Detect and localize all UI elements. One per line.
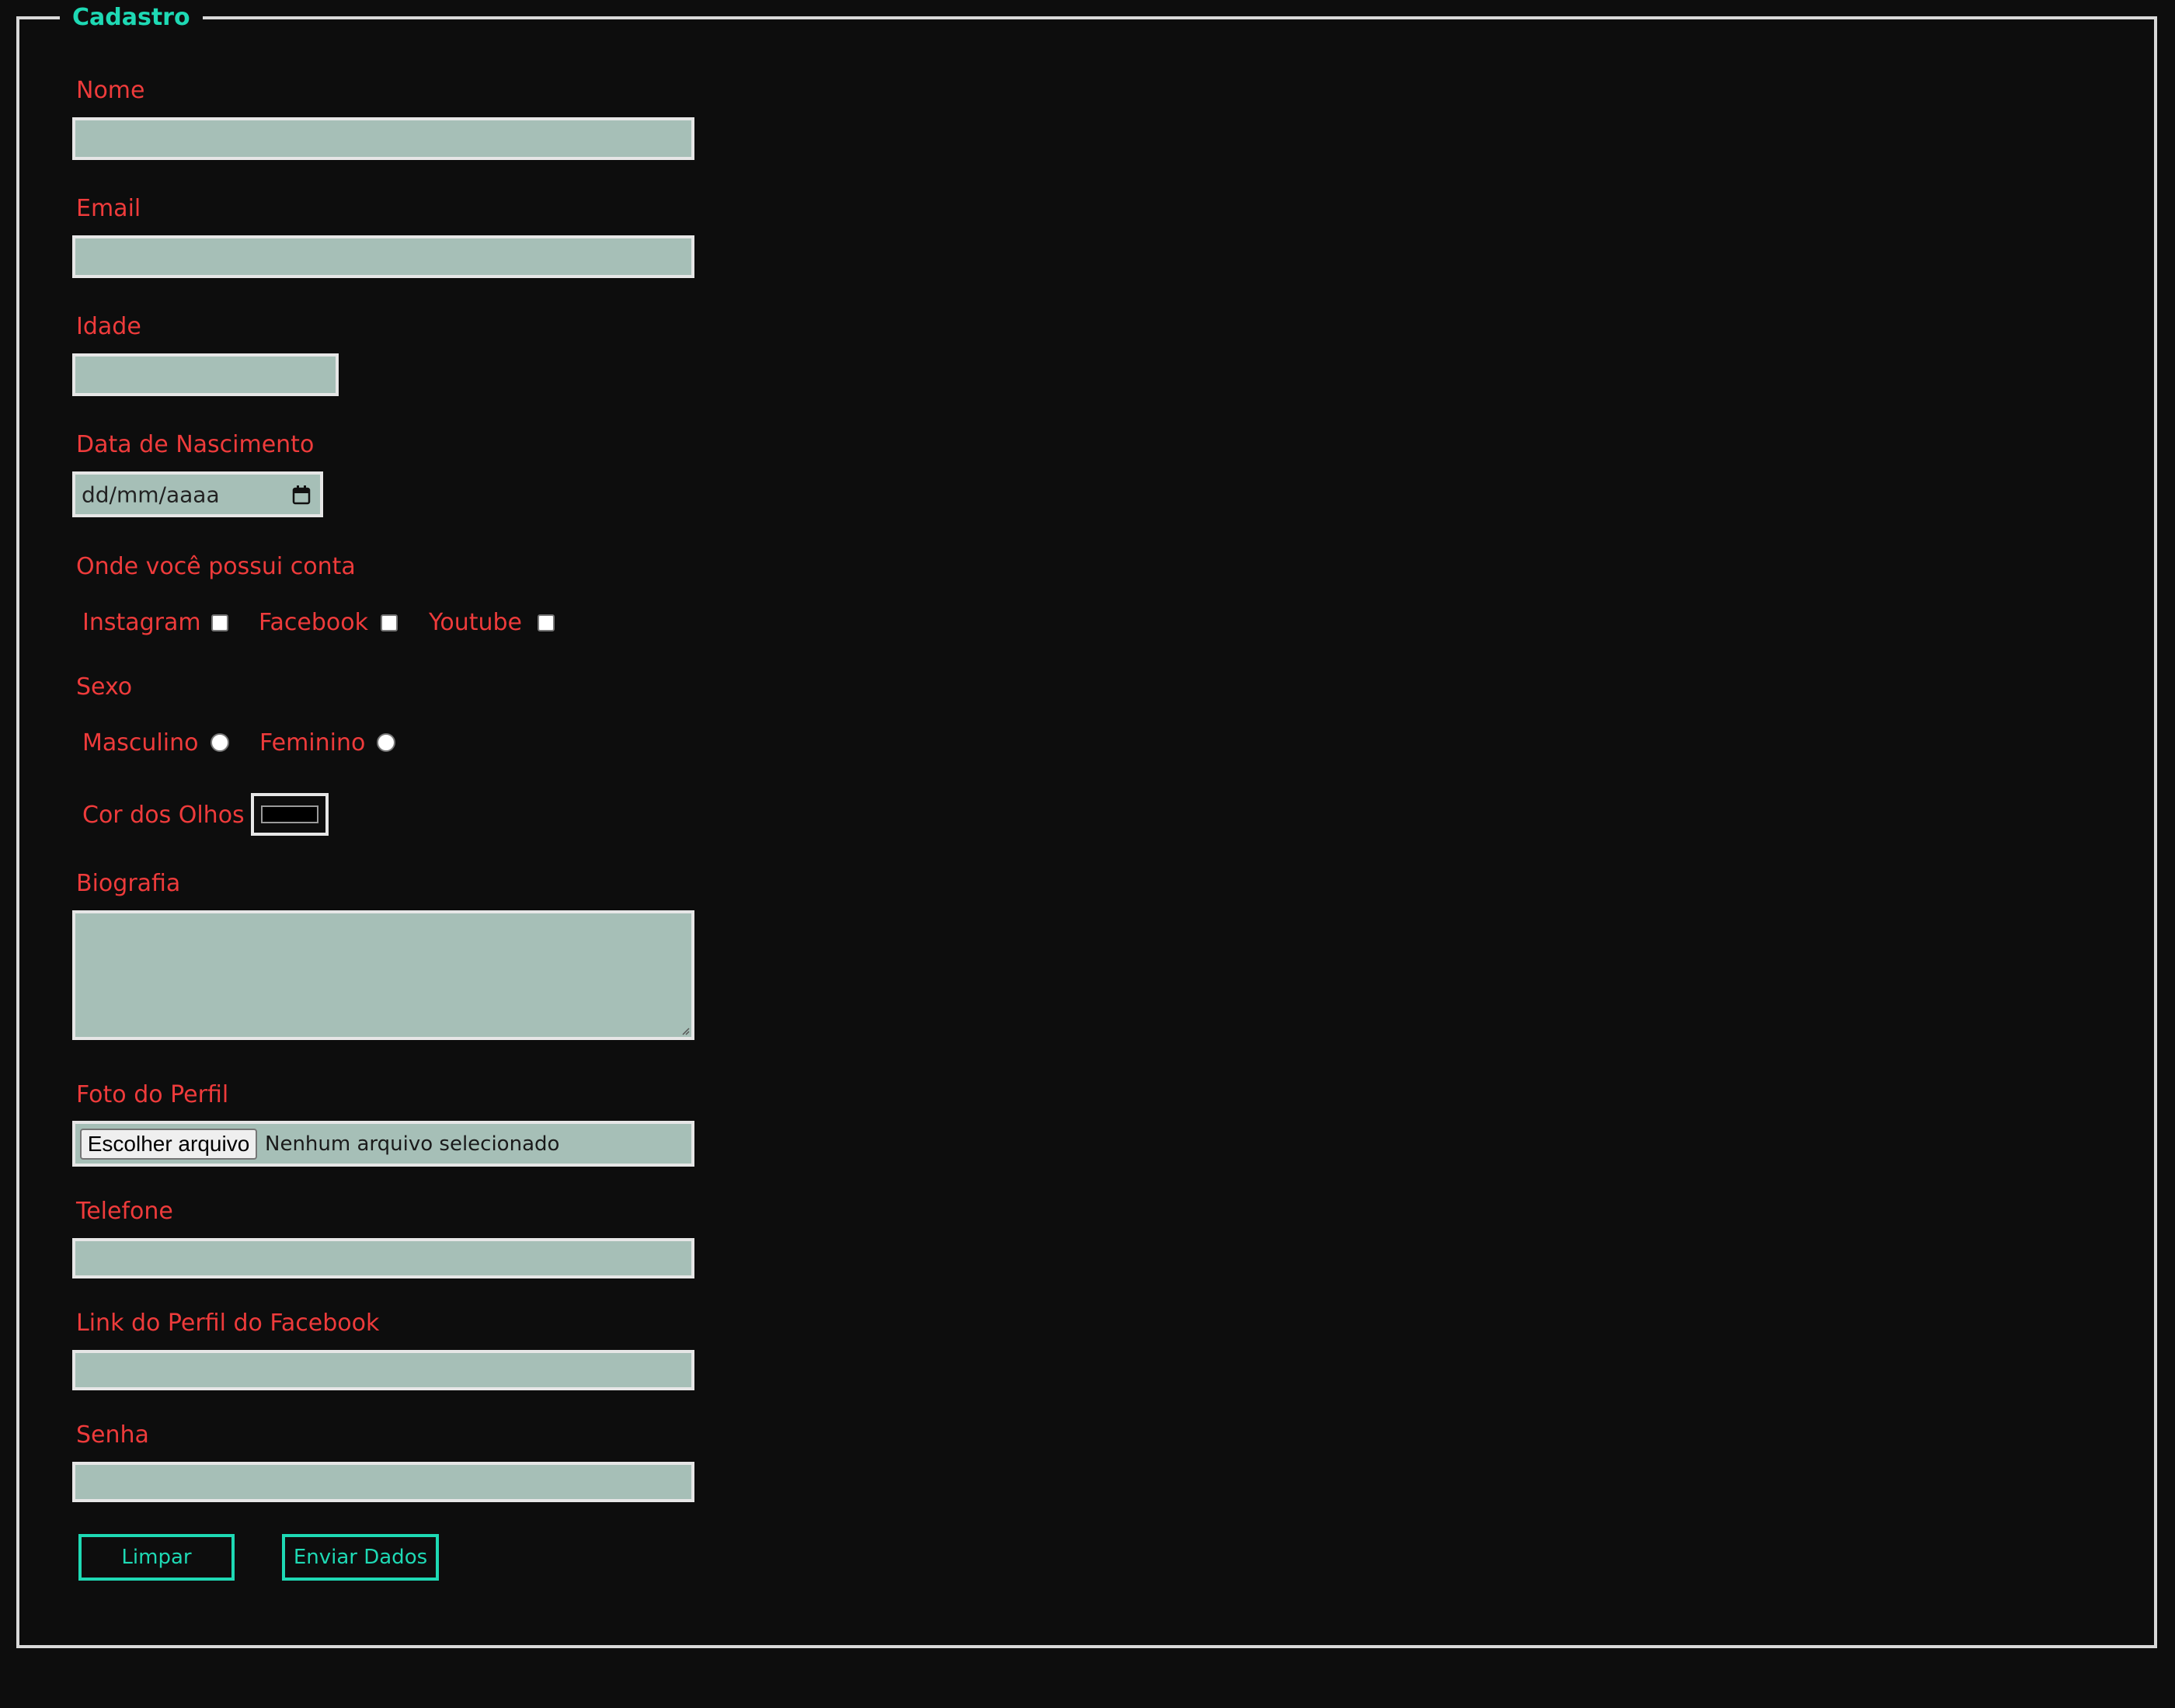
feminino-radio[interactable]	[377, 733, 395, 752]
idade-input[interactable]	[72, 353, 339, 396]
enviar-dados-button[interactable]: Enviar Dados	[282, 1534, 439, 1581]
foto-file-input[interactable]: Escolher arquivo Nenhum arquivo selecion…	[72, 1121, 694, 1167]
senha-label: Senha	[76, 1421, 149, 1449]
facebook-link-label: Link do Perfil do Facebook	[76, 1310, 380, 1337]
nome-input[interactable]	[72, 117, 694, 160]
instagram-checkbox[interactable]	[211, 614, 228, 631]
email-label: Email	[76, 195, 141, 222]
resize-grip-icon[interactable]	[680, 1026, 690, 1035]
youtube-label: Youtube	[429, 609, 522, 636]
date-placeholder: dd/mm/aaaa	[82, 482, 220, 507]
choose-file-button[interactable]: Escolher arquivo	[80, 1129, 257, 1160]
foto-label: Foto do Perfil	[76, 1081, 229, 1108]
nascimento-date-input[interactable]: dd/mm/aaaa	[72, 471, 323, 517]
telefone-label: Telefone	[76, 1198, 173, 1225]
feminino-label: Feminino	[259, 729, 366, 757]
file-status-text: Nenhum arquivo selecionado	[265, 1132, 560, 1156]
nome-label: Nome	[76, 77, 145, 104]
calendar-icon[interactable]	[292, 485, 311, 505]
idade-label: Idade	[76, 313, 141, 340]
nascimento-label: Data de Nascimento	[76, 431, 315, 458]
youtube-checkbox[interactable]	[538, 614, 555, 631]
olhos-label: Cor dos Olhos	[82, 802, 245, 829]
olhos-color-picker[interactable]	[251, 793, 329, 836]
color-swatch-fill	[261, 805, 318, 823]
instagram-label: Instagram	[82, 609, 201, 636]
contas-label: Onde você possui conta	[76, 553, 356, 580]
facebook-label: Facebook	[259, 609, 368, 636]
facebook-checkbox[interactable]	[381, 614, 398, 631]
limpar-button[interactable]: Limpar	[78, 1534, 235, 1581]
facebook-link-input[interactable]	[72, 1350, 694, 1390]
masculino-radio[interactable]	[211, 733, 229, 752]
biografia-textarea[interactable]	[72, 910, 694, 1040]
masculino-label: Masculino	[82, 729, 199, 757]
sexo-label: Sexo	[76, 673, 133, 701]
senha-input[interactable]	[72, 1462, 694, 1502]
form-legend: Cadastro	[60, 6, 203, 30]
telefone-input[interactable]	[72, 1238, 694, 1278]
email-input[interactable]	[72, 235, 694, 278]
biografia-label: Biografia	[76, 870, 181, 897]
